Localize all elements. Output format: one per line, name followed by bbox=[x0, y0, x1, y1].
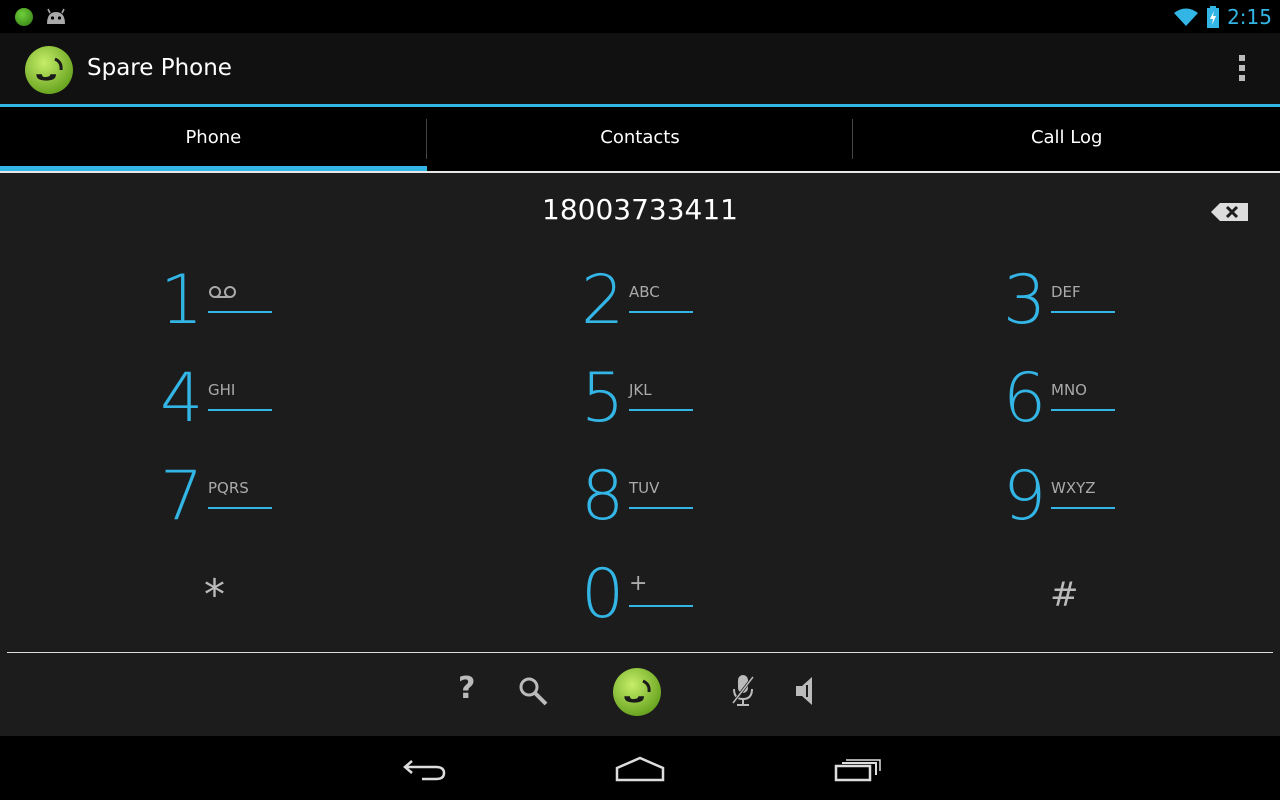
key-letters: ABC bbox=[629, 283, 660, 301]
key-digit: 9 bbox=[1003, 457, 1047, 536]
key-5[interactable]: 5 JKL bbox=[581, 359, 781, 439]
tab-contacts[interactable]: Contacts bbox=[427, 107, 854, 167]
dialed-number[interactable]: 18003733411 bbox=[440, 193, 840, 226]
key-1[interactable]: 1 bbox=[160, 261, 360, 341]
key-8[interactable]: 8 TUV bbox=[581, 457, 781, 537]
key-letters: TUV bbox=[629, 479, 660, 497]
key-underline bbox=[1051, 311, 1115, 313]
home-icon[interactable] bbox=[615, 756, 665, 782]
key-letters: JKL bbox=[629, 381, 652, 399]
key-symbol: # bbox=[1050, 575, 1079, 615]
key-letters: GHI bbox=[208, 381, 236, 399]
key-hash[interactable]: # bbox=[1050, 555, 1250, 635]
key-underline bbox=[629, 409, 693, 411]
system-nav-bar bbox=[0, 736, 1280, 800]
backspace-icon[interactable] bbox=[1210, 201, 1250, 223]
dialer-actions: ? bbox=[0, 653, 1280, 736]
key-6[interactable]: 6 MNO bbox=[1003, 359, 1203, 439]
overflow-menu-icon[interactable] bbox=[1238, 55, 1246, 85]
tab-call-log[interactable]: Call Log bbox=[853, 107, 1280, 167]
key-letters: DEF bbox=[1051, 283, 1081, 301]
tab-label: Contacts bbox=[600, 126, 680, 148]
status-bar: 2:15 bbox=[0, 0, 1280, 33]
key-digit: 4 bbox=[160, 359, 204, 438]
key-star[interactable]: * bbox=[204, 555, 404, 635]
key-9[interactable]: 9 WXYZ bbox=[1003, 457, 1203, 537]
key-letters: WXYZ bbox=[1051, 479, 1096, 497]
app-title: Spare Phone bbox=[87, 55, 232, 81]
key-underline bbox=[629, 311, 693, 313]
call-button-icon[interactable] bbox=[612, 667, 662, 717]
battery-charging-icon bbox=[1207, 6, 1220, 28]
speaker-icon[interactable] bbox=[794, 675, 816, 707]
key-underline bbox=[208, 311, 272, 313]
key-symbol: * bbox=[204, 570, 225, 619]
android-icon bbox=[47, 8, 65, 24]
voicemail-icon bbox=[209, 286, 236, 298]
key-underline bbox=[208, 507, 272, 509]
key-0[interactable]: 0 + bbox=[581, 555, 781, 635]
key-underline bbox=[629, 507, 693, 509]
wifi-icon bbox=[1174, 8, 1199, 26]
key-digit: 3 bbox=[1003, 261, 1047, 340]
key-2[interactable]: 2 ABC bbox=[581, 261, 781, 341]
key-letters: + bbox=[629, 571, 648, 596]
help-icon[interactable]: ? bbox=[458, 671, 475, 706]
key-digit: 6 bbox=[1003, 359, 1047, 438]
key-digit: 0 bbox=[581, 555, 625, 634]
key-7[interactable]: 7 PQRS bbox=[160, 457, 360, 537]
key-digit: 7 bbox=[160, 457, 204, 536]
app-phone-icon[interactable] bbox=[24, 45, 74, 95]
microphone-muted-icon[interactable] bbox=[730, 673, 756, 709]
tab-bar: Phone Contacts Call Log bbox=[0, 107, 1280, 173]
back-icon[interactable] bbox=[402, 756, 448, 782]
search-icon[interactable] bbox=[517, 675, 549, 707]
key-digit: 8 bbox=[581, 457, 625, 536]
status-time: 2:15 bbox=[1227, 5, 1272, 29]
key-digit: 1 bbox=[160, 261, 204, 340]
key-digit: 5 bbox=[581, 359, 625, 438]
key-letters: MNO bbox=[1051, 381, 1087, 399]
tab-phone[interactable]: Phone bbox=[0, 107, 427, 172]
key-4[interactable]: 4 GHI bbox=[160, 359, 360, 439]
key-digit: 2 bbox=[581, 261, 625, 340]
key-underline bbox=[1051, 507, 1115, 509]
dialer-panel: 18003733411 1 2 ABC 3 DEF 4 GHI 5 JKL 6 … bbox=[0, 173, 1280, 736]
tab-label: Phone bbox=[185, 126, 242, 148]
tab-label: Call Log bbox=[1030, 126, 1103, 148]
key-3[interactable]: 3 DEF bbox=[1003, 261, 1203, 341]
action-bar: Spare Phone bbox=[0, 33, 1280, 105]
notification-dot-icon bbox=[15, 8, 33, 26]
recent-apps-icon[interactable] bbox=[834, 758, 882, 782]
key-underline bbox=[208, 409, 272, 411]
key-underline bbox=[1051, 409, 1115, 411]
key-underline bbox=[629, 605, 693, 607]
key-letters: PQRS bbox=[208, 479, 249, 497]
